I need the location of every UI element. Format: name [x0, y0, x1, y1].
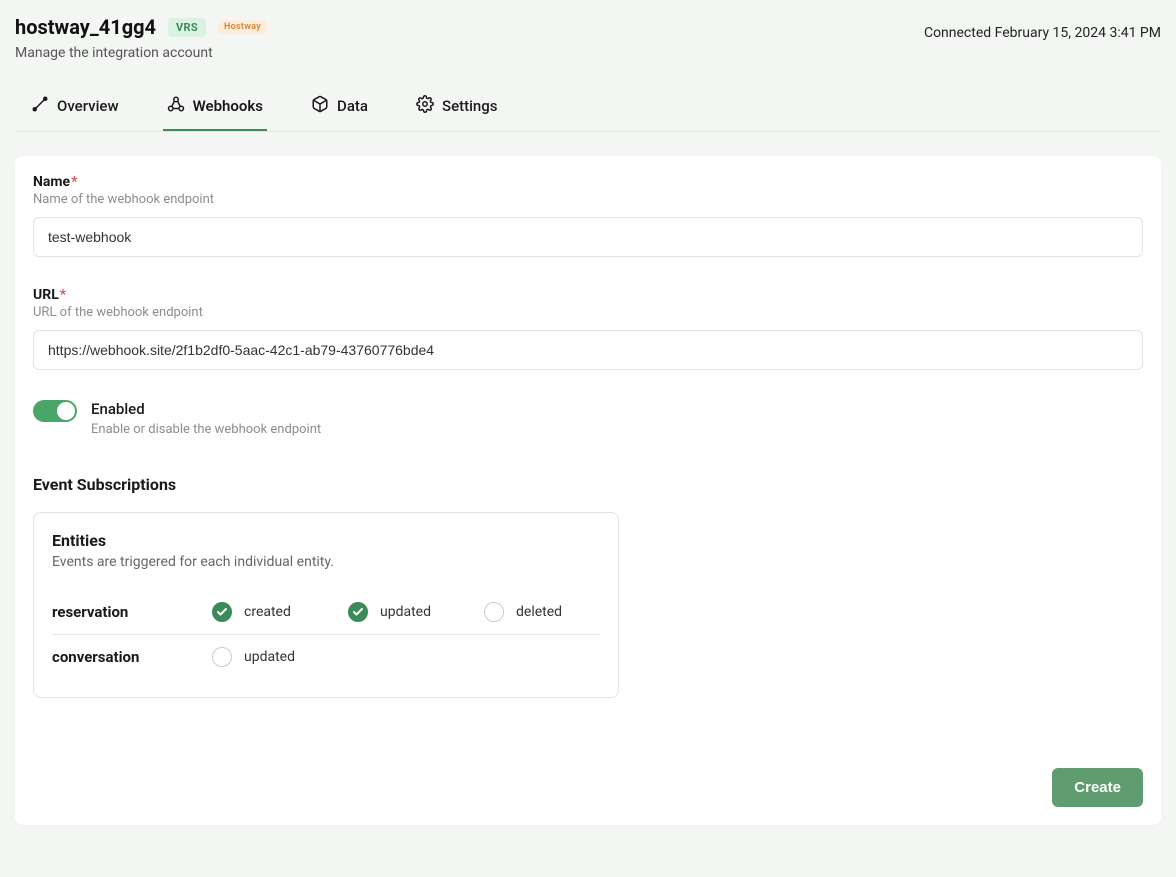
check-group: updated: [212, 647, 352, 667]
tab-settings-label: Settings: [442, 97, 498, 115]
tab-overview-label: Overview: [57, 97, 119, 115]
url-label: URL*: [33, 287, 1143, 303]
tab-data[interactable]: Data: [307, 81, 372, 131]
entity-row: conversation updated: [52, 634, 600, 679]
name-input[interactable]: [33, 217, 1143, 257]
url-desc: URL of the webhook endpoint: [33, 305, 1143, 320]
name-desc: Name of the webhook endpoint: [33, 192, 1143, 207]
event-subscriptions-title: Event Subscriptions: [33, 475, 1143, 494]
url-input[interactable]: [33, 330, 1143, 370]
overview-icon: [31, 95, 49, 117]
tab-webhooks[interactable]: Webhooks: [163, 81, 267, 131]
name-field: Name* Name of the webhook endpoint: [33, 174, 1143, 257]
checkbox-reservation-updated[interactable]: [348, 602, 368, 622]
tab-bar: Overview Webhooks Data Settings: [15, 81, 1161, 132]
badge-hostway: Hostway: [218, 20, 267, 34]
entities-desc: Events are triggered for each individual…: [52, 554, 600, 570]
gear-icon: [416, 95, 434, 117]
page-subtitle: Manage the integration account: [15, 45, 267, 61]
page-title: hostway_41gg4: [15, 15, 156, 39]
enabled-text: Enabled Enable or disable the webhook en…: [91, 400, 321, 437]
required-star: *: [60, 287, 66, 303]
checkbox-conversation-updated[interactable]: [212, 647, 232, 667]
tab-data-label: Data: [337, 97, 368, 115]
create-button[interactable]: Create: [1052, 768, 1143, 807]
check-label: updated: [380, 604, 431, 620]
entity-rows: reservation created updated deleted conversa…: [52, 590, 600, 679]
check-group: created: [212, 602, 328, 622]
page-header: hostway_41gg4 VRS Hostway Manage the int…: [15, 15, 1161, 81]
enabled-desc: Enable or disable the webhook endpoint: [91, 422, 321, 437]
entity-name: reservation: [52, 603, 192, 621]
required-star: *: [71, 174, 77, 190]
name-label: Name*: [33, 174, 1143, 190]
check-group: deleted: [484, 602, 600, 622]
url-field: URL* URL of the webhook endpoint: [33, 287, 1143, 370]
check-group: updated: [348, 602, 464, 622]
header-left: hostway_41gg4 VRS Hostway Manage the int…: [15, 15, 267, 61]
tab-overview[interactable]: Overview: [27, 81, 123, 131]
check-label: deleted: [516, 604, 562, 620]
enabled-label: Enabled: [91, 400, 321, 418]
check-label: created: [244, 604, 291, 620]
webhook-form-panel: Name* Name of the webhook endpoint URL* …: [15, 156, 1161, 825]
check-label: updated: [244, 649, 295, 665]
entities-title: Entities: [52, 531, 600, 550]
checkbox-reservation-deleted[interactable]: [484, 602, 504, 622]
entities-card: Entities Events are triggered for each i…: [33, 512, 619, 698]
form-footer: Create: [33, 768, 1143, 807]
tab-webhooks-label: Webhooks: [193, 97, 263, 115]
badge-vrs: VRS: [168, 18, 206, 37]
enabled-field: Enabled Enable or disable the webhook en…: [33, 400, 1143, 437]
entity-name: conversation: [52, 648, 192, 666]
tab-settings[interactable]: Settings: [412, 81, 502, 131]
webhooks-icon: [167, 95, 185, 117]
connected-status: Connected February 15, 2024 3:41 PM: [924, 15, 1161, 41]
data-icon: [311, 95, 329, 117]
title-row: hostway_41gg4 VRS Hostway: [15, 15, 267, 39]
entity-row: reservation created updated deleted: [52, 590, 600, 634]
enabled-toggle[interactable]: [33, 400, 77, 422]
checkbox-reservation-created[interactable]: [212, 602, 232, 622]
